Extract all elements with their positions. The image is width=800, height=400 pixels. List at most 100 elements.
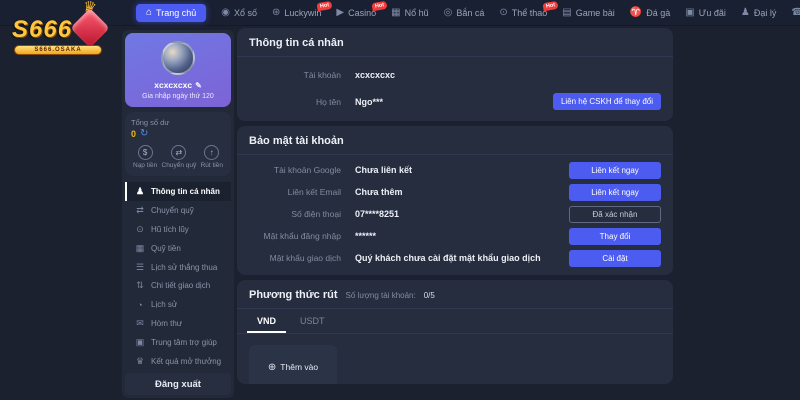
sidebar-item-hu-tich-luy[interactable]: ⊙ Hũ tích lũy [125, 220, 231, 239]
sidebar-item-label: Chuyển quỹ [151, 206, 194, 215]
add-withdraw-method-button[interactable]: ⊕ Thêm vào [249, 345, 337, 384]
nav-item-no-hu[interactable]: ▦ Nổ hũ [391, 8, 428, 18]
fullname-value: Ngo*** [355, 97, 383, 107]
email-value: Chưa thêm [355, 187, 403, 197]
brand-logo[interactable]: ♛ S666 S666.OSAKA [10, 1, 120, 58]
nav-item-trang-chu[interactable]: ⌂ Trang chủ [136, 4, 206, 22]
transfer-funds-icon: ⇄ [171, 145, 186, 160]
refresh-balance-icon[interactable]: ↻ [140, 129, 148, 139]
sidebar-item-thong-tin-ca-nhan[interactable]: ♟ Thông tin cá nhân [125, 182, 231, 201]
transaction-password-row: Mật khẩu giao dịch Quý khách chưa cài đặ… [237, 247, 673, 269]
nav-item-the-thao[interactable]: ⊙ Thể thao Hot [499, 8, 547, 18]
change-password-button[interactable]: Thay đổi [569, 228, 661, 245]
user-card: xcxcxcxc ✎ Gia nhập ngày thứ 120 [125, 33, 231, 107]
luckywin-icon: ⊛ [272, 8, 280, 18]
phone-value: 07****8251 [355, 209, 399, 219]
main-content: Thông tin cá nhân Tài khoản xcxcxcxc Họ … [237, 28, 673, 384]
support-icon: ☎ [791, 8, 800, 18]
account-value: xcxcxcxc [355, 70, 395, 80]
sidebar-item-quy-tien[interactable]: ▦ Quỹ tiền [125, 239, 231, 258]
nav-item-casino[interactable]: ▶ Casino Hot [336, 8, 376, 18]
security-title: Bảo mật tài khoản [249, 135, 344, 147]
username: xcxcxcxc [154, 80, 192, 90]
nav-item-da-ga[interactable]: ♈ Đá gà [630, 8, 670, 18]
currency-tabs: VND USDT [237, 309, 673, 334]
sidebar-item-trung-tam-tro-giup[interactable]: ▣ Trung tâm trợ giúp [125, 333, 231, 352]
hot-badge: Hot [371, 0, 387, 11]
avatar [161, 41, 195, 75]
withdraw-title: Phương thức rút [249, 289, 338, 301]
sidebar-item-lich-su[interactable]: ◔ Lịch sử [125, 295, 231, 314]
joined-days-label: Gia nhập ngày thứ 120 [142, 93, 214, 100]
nav-item-game-bai[interactable]: ▤ Game bài [562, 8, 614, 18]
brand-name: S666 [12, 16, 72, 44]
nav-item-dai-ly[interactable]: ♟ Đại lý [741, 8, 776, 18]
transaction-password-label: Mật khẩu giao dịch [249, 253, 341, 263]
helpcenter-icon: ▣ [135, 337, 145, 348]
transfer-funds-button[interactable]: ⇄ Chuyển quỹ [162, 145, 197, 169]
sidebar-item-label: Hòm thư [151, 319, 182, 328]
nav-item-label: Đá gà [646, 8, 670, 18]
slots-icon: ▦ [391, 8, 400, 18]
google-row: Tài khoản Google Chưa liên kết Liên kết … [237, 159, 673, 181]
withdraw-button[interactable]: ↑ Rút tiền [201, 145, 223, 169]
personal-info-section: Thông tin cá nhân Tài khoản xcxcxcxc Họ … [237, 28, 673, 121]
deposit-label: Nạp tiền [133, 162, 157, 169]
tab-usdt[interactable]: USDT [290, 309, 335, 333]
email-label: Liên kết Email [249, 187, 341, 197]
link-email-button[interactable]: Liên kết ngay [569, 184, 661, 201]
login-password-value: ****** [355, 231, 376, 241]
sidebar-item-chuyen-quy[interactable]: ⇄ Chuyển quỹ [125, 201, 231, 220]
mailbox-icon: ✉ [135, 318, 145, 329]
deposit-button[interactable]: $ Nạp tiền [133, 145, 157, 169]
google-value: Chưa liên kết [355, 165, 412, 175]
hot-badge: Hot [317, 0, 333, 11]
nav-item-ho-tro[interactable]: ☎ Hỗ trợ [791, 8, 800, 18]
logout-button[interactable]: Đăng xuất [125, 373, 231, 395]
sidebar-item-label: Lịch sử thắng thua [151, 263, 217, 272]
lottery-icon: ◉ [221, 8, 230, 18]
top-nav: ⌂ Trang chủ ◉ Xổ số ⊛ Luckywin Hot ▶ Cas… [0, 0, 800, 26]
nav-item-label: Luckywin [284, 8, 321, 18]
account-row: Tài khoản xcxcxcxc [237, 61, 673, 88]
transfer-funds-label: Chuyển quỹ [162, 162, 197, 169]
nav-item-luckywin[interactable]: ⊛ Luckywin Hot [272, 8, 321, 18]
sidebar-item-hom-thu[interactable]: ✉ Hòm thư [125, 314, 231, 333]
sidebar-item-ket-qua-mo-thuong[interactable]: ♛ Kết quả mở thưởng [125, 352, 231, 371]
winloss-history-icon: ☰ [135, 262, 145, 273]
sidebar-item-label: Kết quả mở thưởng [151, 357, 221, 366]
vault-icon: ▦ [135, 243, 145, 254]
jackpot-icon: ⊙ [135, 224, 145, 235]
plus-circle-icon: ⊕ [268, 362, 276, 373]
account-count-value: 0/5 [424, 291, 435, 300]
sidebar-item-chi-tiet-giao-dich[interactable]: ⇅ Chi tiết giao dịch [125, 277, 231, 296]
user-icon: ♟ [135, 186, 145, 197]
email-row: Liên kết Email Chưa thêm Liên kết ngay [237, 181, 673, 203]
withdraw-icon: ↑ [204, 145, 219, 160]
balance-amount: 0 [131, 129, 136, 139]
sidebar-item-lich-su-thang-thua[interactable]: ☰ Lịch sử thắng thua [125, 258, 231, 277]
set-transaction-password-button[interactable]: Cài đặt [569, 250, 661, 267]
nav-item-label: Xổ số [234, 8, 257, 18]
fullname-label: Họ tên [249, 97, 341, 107]
sidebar-item-label: Chi tiết giao dịch [151, 281, 210, 290]
nav-item-label: Trang chủ [156, 8, 196, 18]
nav-item-ban-ca[interactable]: ◎ Bắn cá [444, 8, 485, 18]
promo-icon: ▣ [685, 8, 694, 18]
link-google-button[interactable]: Liên kết ngay [569, 162, 661, 179]
history-icon: ◔ [135, 300, 145, 310]
nav-item-xo-so[interactable]: ◉ Xổ số [221, 8, 257, 18]
transaction-detail-icon: ⇅ [135, 280, 145, 291]
sidebar-item-label: Thông tin cá nhân [151, 187, 220, 196]
contact-cs-button[interactable]: Liên hệ CSKH để thay đổi [553, 93, 661, 110]
prize-result-icon: ♛ [135, 356, 145, 367]
login-password-row: Mật khẩu đăng nhập ****** Thay đổi [237, 225, 673, 247]
google-label: Tài khoản Google [249, 165, 341, 175]
tab-vnd[interactable]: VND [247, 309, 286, 333]
phone-verified-button[interactable]: Đã xác nhận [569, 206, 661, 223]
edit-name-icon[interactable]: ✎ [195, 81, 202, 90]
nav-item-uu-dai[interactable]: ▣ Ưu đãi [685, 8, 726, 18]
nav-item-label: Thể thao [512, 8, 548, 18]
transfer-icon: ⇄ [135, 205, 145, 216]
fishing-icon: ◎ [444, 8, 453, 18]
